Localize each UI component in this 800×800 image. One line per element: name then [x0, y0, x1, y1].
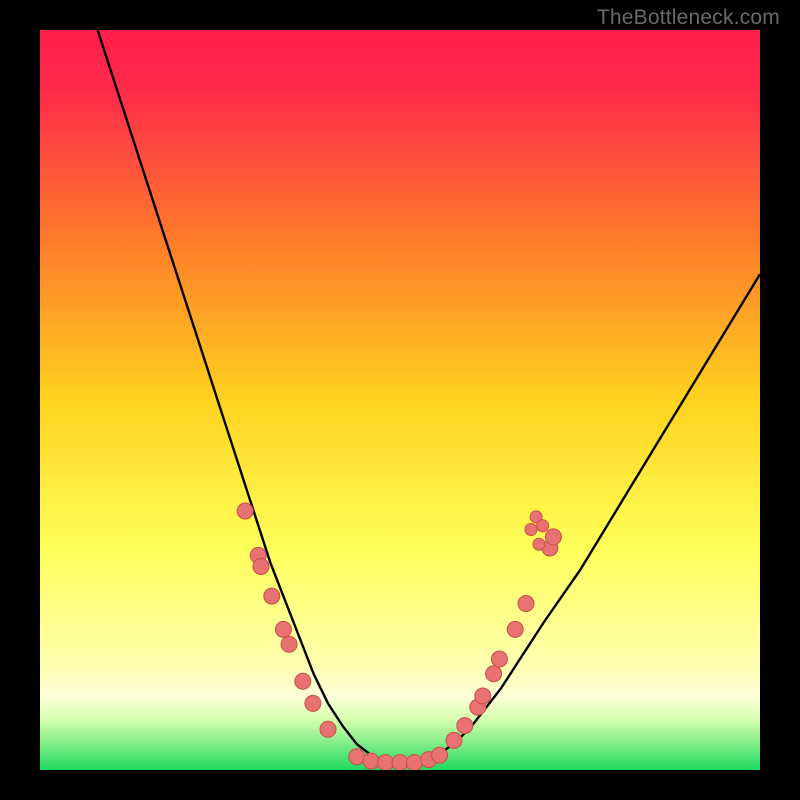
data-point — [507, 621, 523, 637]
data-point — [486, 666, 502, 682]
chart-svg — [40, 30, 760, 770]
data-point — [305, 695, 321, 711]
gradient-background — [40, 30, 760, 770]
data-point — [533, 538, 545, 550]
data-point — [237, 503, 253, 519]
data-point — [378, 755, 394, 770]
app-frame: TheBottleneck.com — [0, 0, 800, 800]
data-point — [446, 732, 462, 748]
data-point — [392, 755, 408, 770]
data-point — [537, 520, 549, 532]
data-point — [518, 596, 534, 612]
data-point — [264, 588, 280, 604]
data-point — [275, 621, 291, 637]
data-point — [320, 721, 336, 737]
chart-plot-area — [40, 30, 760, 770]
data-point — [545, 529, 561, 545]
data-point — [491, 651, 507, 667]
data-point — [432, 747, 448, 763]
data-point — [295, 673, 311, 689]
data-point — [475, 688, 491, 704]
data-point — [253, 559, 269, 575]
data-point — [525, 524, 537, 536]
data-point — [281, 636, 297, 652]
data-point — [349, 749, 365, 765]
watermark-text: TheBottleneck.com — [597, 6, 780, 30]
data-point — [457, 718, 473, 734]
data-point — [406, 755, 422, 770]
data-point — [363, 753, 379, 769]
